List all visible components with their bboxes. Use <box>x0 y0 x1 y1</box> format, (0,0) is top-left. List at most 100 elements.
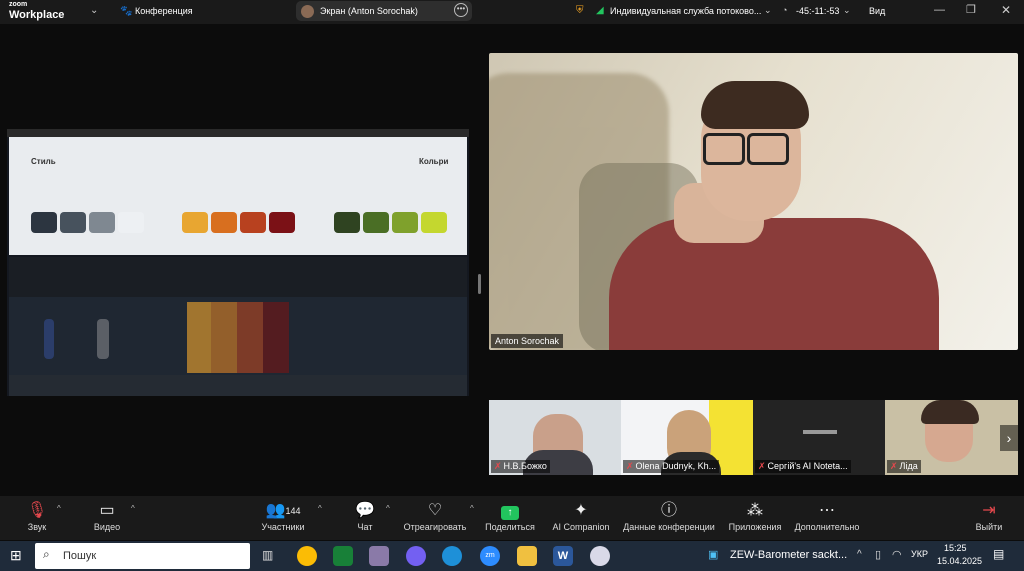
minimize-icon[interactable]: — <box>934 4 945 16</box>
participant-shirt <box>609 218 939 350</box>
paint-icon[interactable] <box>369 546 389 566</box>
search-placeholder: Пошук <box>63 550 97 562</box>
color-swatch <box>363 212 389 233</box>
top-bar: zoom Workplace ⌄ 🐾 Конференция Экран (An… <box>0 0 1024 24</box>
chrome-icon[interactable] <box>297 546 317 566</box>
browser-tab-strip <box>7 129 469 137</box>
gallery-next-icon[interactable]: › <box>1000 425 1018 451</box>
gallery-tile-name: ✗ Ліда <box>887 460 921 473</box>
color-swatch <box>211 212 237 233</box>
color-swatch <box>89 212 115 233</box>
video-button[interactable]: ▭ Видео <box>90 500 124 532</box>
edge-icon[interactable] <box>442 546 462 566</box>
clock-icon: ◔ <box>782 5 788 15</box>
gallery-tile[interactable]: ✗ Olena Dudnyk, Kh... <box>621 400 753 475</box>
leave-button[interactable]: ⇥ Выйти <box>974 500 1004 532</box>
wifi-icon: ◠ <box>892 549 902 561</box>
gallery-tile[interactable]: ✗ Н.В.Божко <box>489 400 621 475</box>
heart-icon: ♡ <box>427 502 443 519</box>
screen-share-label: Экран (Anton Sorochak) <box>320 6 418 16</box>
app-icon[interactable] <box>590 546 610 566</box>
timer: -45:-11:-53 <box>796 6 840 16</box>
ai-companion-button[interactable]: ✦ AI Companion <box>551 500 611 532</box>
stream-label[interactable]: Индивидуальная служба потоково... <box>610 6 761 16</box>
audio-label: Звук <box>27 522 47 532</box>
main-video-tile[interactable]: Anton Sorochak <box>489 53 1018 350</box>
more-options-icon[interactable]: ••• <box>454 3 468 17</box>
paw-icon: 🐾 <box>120 6 133 17</box>
conference-label: Конференция <box>134 6 193 16</box>
chat-icon: 💬 <box>355 502 375 519</box>
shield-icon[interactable]: ⛨ <box>576 5 584 16</box>
colors-heading: Кольри <box>419 157 449 166</box>
view-menu[interactable]: Вид <box>869 6 885 16</box>
news-headline[interactable]: ZEW-Barometer sackt... <box>730 549 847 561</box>
participants-button[interactable]: 👥144 Участники <box>258 500 308 532</box>
more-icon: ⋯ <box>819 502 835 519</box>
participants-caret-icon[interactable]: ^ <box>318 504 322 513</box>
video-caret-icon[interactable]: ^ <box>131 504 135 513</box>
camera-icon: ▭ <box>99 502 115 519</box>
signal-icon: ◢ <box>596 5 604 16</box>
mic-muted-icon: ✗ <box>626 461 634 471</box>
meeting-info-label: Данные конференции <box>623 522 715 532</box>
file-explorer-icon[interactable] <box>517 546 537 566</box>
chevron-down-icon[interactable]: ⌄ <box>764 5 772 16</box>
gallery-tile[interactable]: ✗ Ліда <box>885 400 1018 475</box>
search-icon: ⌕ <box>43 547 50 561</box>
meeting-info-button[interactable]: ⓘ Данные конференции <box>622 500 716 532</box>
word-icon[interactable]: W <box>553 546 573 566</box>
mic-muted-icon: 🎙 <box>26 502 48 519</box>
color-swatch <box>118 212 144 233</box>
more-button[interactable]: ⋯ Дополнительно <box>793 500 861 532</box>
gallery-tile[interactable]: ✗ Сергій's AI Noteta... <box>753 400 885 475</box>
conference-menu[interactable]: 🐾 Конференция <box>120 6 193 17</box>
leave-label: Выйти <box>975 522 1003 532</box>
more-label: Дополнительно <box>794 522 860 532</box>
apps-label: Приложения <box>728 522 782 532</box>
news-icon: ▣ <box>708 549 719 561</box>
zoom-icon[interactable]: zm <box>480 546 500 566</box>
search-box[interactable]: ⌕ Пошук <box>35 543 250 569</box>
participants-icon: 👥144 <box>265 502 301 519</box>
chat-label: Чат <box>357 522 373 532</box>
tray-chevron-icon[interactable]: ^ <box>857 549 862 560</box>
exit-icon: ⇥ <box>982 502 996 519</box>
gallery-tile-name: ✗ Н.В.Божко <box>491 460 550 473</box>
share-screen-icon: ↑ <box>501 506 519 520</box>
color-swatch <box>392 212 418 233</box>
language-indicator[interactable]: УКР <box>911 549 928 559</box>
avatar <box>301 5 314 18</box>
battery-icon: ▯ <box>875 549 882 561</box>
video-label: Видео <box>93 522 121 532</box>
meet-icon[interactable] <box>333 546 353 566</box>
react-button[interactable]: ♡ Отреагировать <box>402 500 468 532</box>
viber-icon[interactable] <box>406 546 426 566</box>
notifications-icon[interactable]: ▤ <box>993 547 1004 561</box>
info-icon: ⓘ <box>660 502 677 519</box>
audio-button[interactable]: 🎙 Звук <box>22 500 52 532</box>
audio-caret-icon[interactable]: ^ <box>57 504 61 513</box>
chevron-down-icon[interactable]: ⌄ <box>843 5 851 16</box>
share-button[interactable]: ↑ Поделиться <box>483 500 537 532</box>
windows-start-icon[interactable]: ⊞ <box>10 547 22 564</box>
mic-muted-icon: ✗ <box>494 461 502 471</box>
chevron-down-icon[interactable]: ⌄ <box>90 5 98 16</box>
participant-name: Anton Sorochak <box>491 334 564 348</box>
color-swatch <box>421 212 447 233</box>
gallery-tile-name: ✗ Olena Dudnyk, Kh... <box>623 460 720 473</box>
apps-icon: ⁂ <box>747 502 763 519</box>
gallery-tile-name: ✗ Сергій's AI Noteta... <box>755 460 851 473</box>
close-icon[interactable]: ✕ <box>1001 3 1011 17</box>
chat-button[interactable]: 💬 Чат <box>350 500 380 532</box>
task-view-icon[interactable]: ▥ <box>262 548 273 562</box>
resize-handle[interactable] <box>478 274 481 294</box>
screen-share-pill[interactable]: Экран (Anton Sorochak) ••• <box>296 1 472 21</box>
mic-muted-icon: ✗ <box>890 461 898 471</box>
restore-icon[interactable]: ❐ <box>966 3 976 16</box>
react-caret-icon[interactable]: ^ <box>470 504 474 513</box>
chat-caret-icon[interactable]: ^ <box>386 504 390 513</box>
color-swatch <box>334 212 360 233</box>
apps-button[interactable]: ⁂ Приложения <box>727 500 783 532</box>
color-swatch <box>31 212 57 233</box>
